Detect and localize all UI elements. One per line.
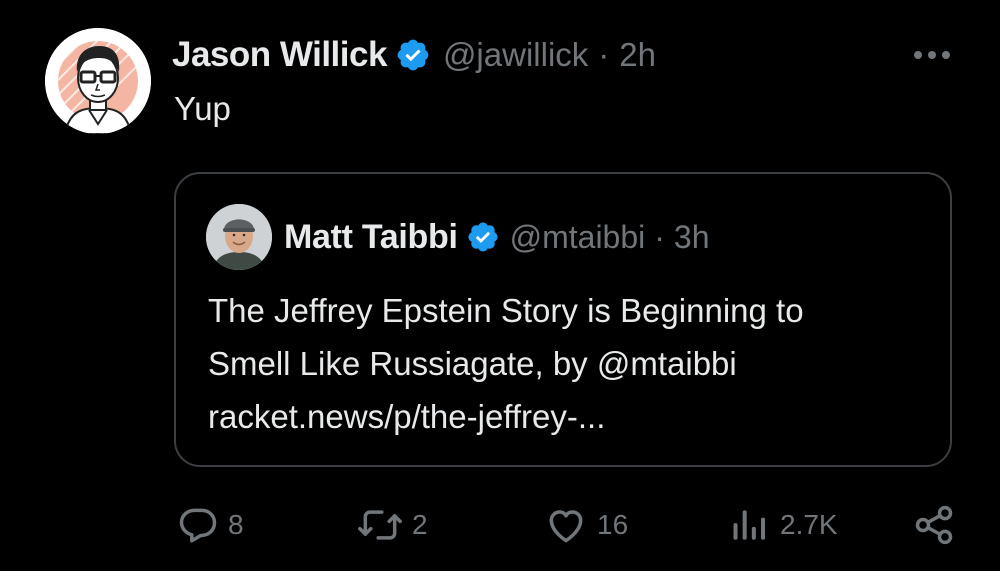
repost-count: 2 [412,509,428,540]
quoted-header-separator: · [654,218,665,255]
view-count: 2.7K [780,509,838,540]
tweet[interactable]: Jason Willick @jawillick · 2h Yup Matt T… [0,0,1000,571]
quoted-text-line: The Jeffrey Epstein Story is Beginning t… [208,292,804,329]
share-icon [915,505,953,545]
quoted-tweet-text: The Jeffrey Epstein Story is Beginning t… [208,284,938,443]
photo-avatar-icon [206,204,272,270]
author-avatar[interactable] [45,28,151,134]
quoted-link[interactable]: racket.news/p/the-jeffrey-... [208,390,938,443]
caricature-avatar-icon [45,28,151,134]
quoted-author-name[interactable]: Matt Taibbi [284,218,458,257]
quoted-author-handle[interactable]: @mtaibbi [510,219,646,256]
tweet-timestamp[interactable]: 2h [619,36,656,74]
views-chart-icon [733,510,766,540]
repost-icon [358,510,402,540]
quoted-tweet-header: Matt Taibbi @mtaibbi · 3h [284,212,710,262]
views-button[interactable]: 2.7K [728,500,838,550]
heart-icon [549,510,583,543]
tweet-action-bar: 8 2 16 2.7K [0,500,1000,550]
verified-badge-icon[interactable] [466,220,500,254]
author-handle[interactable]: @jawillick [443,36,588,74]
quoted-text-line: Smell Like Russiagate, by @mtaibbi [208,345,737,382]
reply-count: 8 [228,509,244,540]
quoted-tweet-timestamp[interactable]: 3h [674,219,710,256]
tweet-text: Yup [174,90,231,127]
more-options-button[interactable] [908,40,956,70]
reply-icon [179,508,217,543]
header-separator: · [598,36,610,73]
quoted-author-avatar[interactable] [206,204,272,270]
verified-badge-icon[interactable] [395,37,431,73]
like-button[interactable]: 16 [543,500,628,550]
share-button[interactable] [912,500,956,550]
tweet-header: Jason Willick @jawillick · 2h [172,30,656,80]
like-count: 16 [597,509,629,540]
reply-button[interactable]: 8 [176,500,244,550]
more-options-icon [914,51,950,59]
repost-button[interactable]: 2 [356,500,428,550]
author-name[interactable]: Jason Willick [172,35,387,75]
quoted-tweet-card[interactable]: Matt Taibbi @mtaibbi · 3h The Jeffrey Ep… [174,172,952,467]
